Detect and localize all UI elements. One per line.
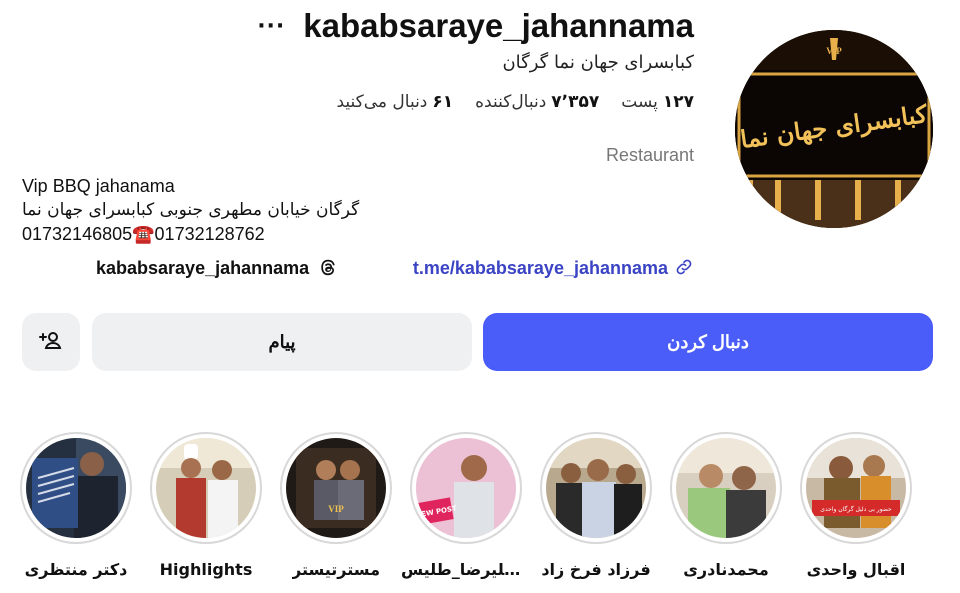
suggest-accounts-button[interactable]	[22, 313, 80, 371]
more-options-icon[interactable]: ···	[257, 14, 285, 39]
highlight-thumb-caption: VIP	[328, 504, 344, 514]
avatar-image: VIP کبابسرای جهان نما	[735, 30, 933, 228]
profile-links: kababsaraye_jahannama t.me/kababsaraye_j…	[96, 254, 696, 282]
website-url: t.me/kababsaraye_jahannama	[412, 257, 668, 278]
highlight-thumb-caption: حضور بی دلیل گرگان واحدی	[820, 505, 892, 513]
highlight-ring	[670, 432, 782, 544]
highlight-item[interactable]: VIP مسترتیستر	[271, 432, 401, 579]
avatar-logo-text: VIP	[826, 46, 842, 56]
highlight-item[interactable]: حضور بی دلیل گرگان واحدی اقبال واحدی	[791, 432, 921, 579]
phone-icon: ☎️	[132, 224, 155, 244]
stat-posts[interactable]: ۱۲۷پست	[621, 92, 694, 112]
highlight-thumbnail	[26, 438, 126, 538]
highlight-ring	[20, 432, 132, 544]
highlight-label: فرزاد فرخ زاد	[541, 560, 651, 579]
bio-phone-1: 01732146805	[22, 224, 133, 244]
highlight-label: علیرضا_طلیس...	[401, 560, 531, 579]
stat-followers-label: دنبال‌کننده	[475, 92, 547, 112]
bio-phone-2: 01732128762	[154, 224, 265, 244]
highlight-ring: NEW POST	[410, 432, 522, 544]
highlight-label: مسترتیستر	[292, 560, 380, 579]
highlight-item[interactable]: فرزاد فرخ زاد	[531, 432, 661, 579]
website-link[interactable]: t.me/kababsaraye_jahannama	[413, 257, 696, 279]
stat-following-label: دنبال می‌کنید	[336, 92, 428, 112]
highlight-item[interactable]: محمدنادری	[661, 432, 791, 579]
follow-button[interactable]: دنبال کردن	[483, 313, 933, 371]
threads-link[interactable]: kababsaraye_jahannama	[96, 257, 339, 279]
highlight-ring	[540, 432, 652, 544]
profile-stats: ۱۲۷پست ۷٬۳۵۷دنبال‌کننده ۶۱دنبال می‌کنید	[336, 92, 694, 112]
highlight-thumbnail: حضور بی دلیل گرگان واحدی	[806, 438, 906, 538]
highlight-label: دکتر منتظری	[24, 560, 128, 579]
highlight-item[interactable]: Highlights	[141, 432, 271, 579]
stat-following-value: ۶۱	[432, 92, 454, 112]
add-person-icon	[39, 328, 63, 357]
highlight-thumbnail	[676, 438, 776, 538]
highlight-item[interactable]: دکتر منتظری	[11, 432, 141, 579]
stat-followers-value: ۷٬۳۵۷	[551, 92, 600, 112]
bio-phones: 01732146805☎️01732128762	[22, 222, 462, 246]
highlight-ring: VIP	[280, 432, 392, 544]
highlight-ring: حضور بی دلیل گرگان واحدی	[800, 432, 912, 544]
story-highlights: حضور بی دلیل گرگان واحدی اقبال واحدی محم…	[0, 432, 960, 592]
highlight-label: Highlights	[159, 560, 253, 579]
profile-category: Restaurant	[605, 145, 694, 165]
profile-username: kababsaraye_jahannama	[303, 7, 694, 44]
stat-posts-label: پست	[621, 92, 658, 112]
message-button[interactable]: پیام	[92, 313, 472, 371]
link-chain-icon	[674, 257, 696, 279]
bio-address: گرگان خیابان مطهری جنوبی کبابسرای جهان ن…	[22, 200, 360, 220]
stat-followers[interactable]: ۷٬۳۵۷دنبال‌کننده	[475, 92, 599, 112]
stat-posts-value: ۱۲۷	[662, 92, 694, 112]
highlight-label: اقبال واحدی	[806, 560, 906, 579]
highlight-label: محمدنادری	[683, 560, 769, 579]
highlight-item[interactable]: NEW POST علیرضا_طلیس...	[401, 432, 531, 579]
profile-bio: Vip BBQ jahanama گرگان خیابان مطهری جنوب…	[22, 174, 462, 246]
highlight-thumbnail	[546, 438, 646, 538]
threads-username: kababsaraye_jahannama	[96, 257, 310, 278]
bio-line-1: Vip BBQ jahanama	[22, 176, 175, 196]
profile-avatar[interactable]: VIP کبابسرای جهان نما	[735, 30, 933, 228]
profile-full-name: کبابسرای جهان نما گرگان	[502, 52, 694, 73]
stat-following[interactable]: ۶۱دنبال می‌کنید	[336, 92, 453, 112]
username-row: ··· kababsaraye_jahannama	[257, 6, 694, 46]
highlight-thumbnail: VIP	[286, 438, 386, 538]
highlight-thumbnail	[156, 438, 256, 538]
highlight-ring	[150, 432, 262, 544]
highlight-thumbnail: NEW POST	[416, 438, 516, 538]
threads-icon	[317, 257, 339, 279]
